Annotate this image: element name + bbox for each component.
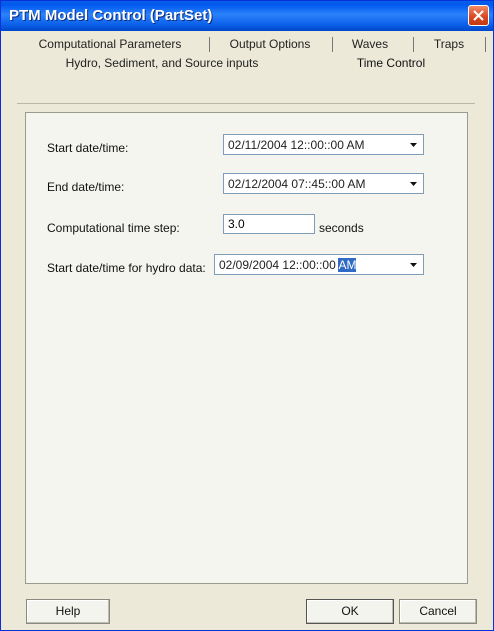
tab-separator <box>209 37 210 52</box>
tab-time-control[interactable]: Time Control <box>331 53 451 75</box>
chevron-down-icon[interactable] <box>406 137 421 152</box>
tab-content-border <box>17 103 475 104</box>
hydro-start-picker[interactable]: 02/09/2004 12::00::00 AM <box>214 254 424 275</box>
help-button[interactable]: Help <box>26 599 110 624</box>
tab-hydro-sediment-source[interactable]: Hydro, Sediment, and Source inputs <box>37 53 287 75</box>
window-title: PTM Model Control (PartSet) <box>9 7 213 24</box>
hydro-start-value-main: 02/09/2004 12::00::00 <box>219 258 339 272</box>
end-datetime-label: End date/time: <box>47 180 125 194</box>
time-step-unit: seconds <box>319 221 364 235</box>
start-datetime-value: 02/11/2004 12::00::00 AM <box>228 138 365 152</box>
tab-separator <box>485 37 486 52</box>
tab-row-2: Hydro, Sediment, and Source inputs Time … <box>1 53 494 75</box>
hydro-start-label: Start date/time for hydro data: <box>47 261 206 275</box>
close-button[interactable] <box>468 5 489 26</box>
chevron-down-icon[interactable] <box>406 176 421 191</box>
time-step-label: Computational time step: <box>47 221 180 235</box>
dialog-window: PTM Model Control (PartSet) Computationa… <box>0 0 494 631</box>
tab-separator <box>413 37 414 52</box>
end-datetime-value: 02/12/2004 07::45::00 AM <box>228 177 366 191</box>
cancel-button[interactable]: Cancel <box>399 599 477 624</box>
chevron-down-icon[interactable] <box>406 257 421 272</box>
start-datetime-picker[interactable]: 02/11/2004 12::00::00 AM <box>223 134 424 155</box>
hydro-start-value: 02/09/2004 12::00::00 AM <box>219 258 357 272</box>
close-icon <box>473 10 484 21</box>
time-step-value: 3.0 <box>228 217 245 231</box>
tab-separator <box>332 37 333 52</box>
end-datetime-picker[interactable]: 02/12/2004 07::45::00 AM <box>223 173 424 194</box>
hydro-start-selected-part[interactable]: AM <box>338 258 357 272</box>
time-step-input[interactable]: 3.0 <box>223 214 315 234</box>
start-datetime-label: Start date/time: <box>47 141 129 155</box>
ok-button[interactable]: OK <box>306 599 394 624</box>
title-bar[interactable]: PTM Model Control (PartSet) <box>1 1 493 31</box>
